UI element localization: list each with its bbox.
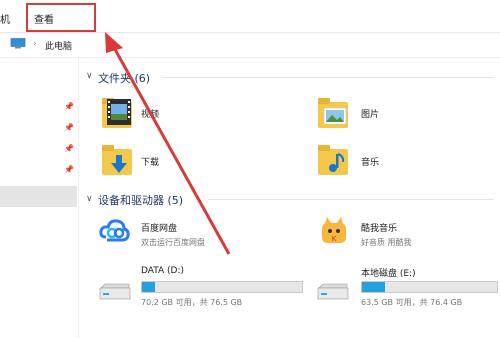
annotation-arrow-icon [105,32,231,255]
